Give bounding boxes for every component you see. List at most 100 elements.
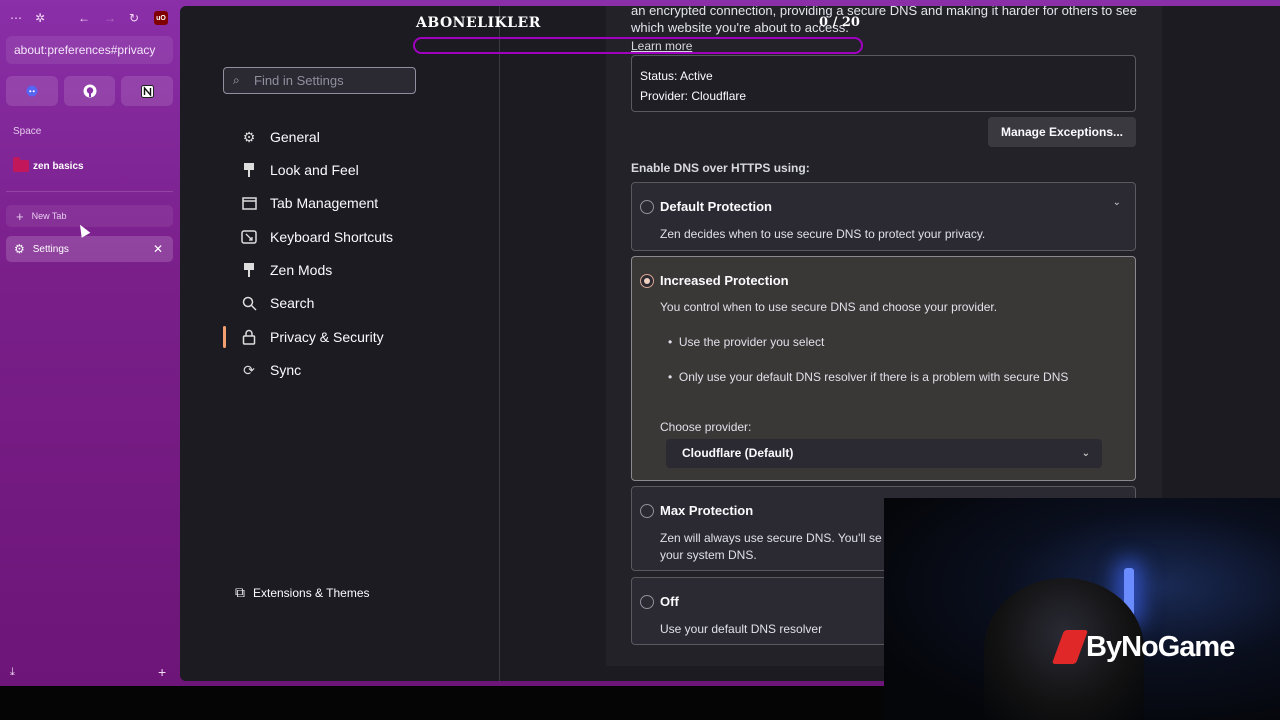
nav-label: Privacy & Security	[270, 329, 384, 345]
essentials-row	[6, 76, 174, 106]
extensions-themes-link[interactable]: ⧉ Extensions & Themes	[235, 584, 370, 601]
plus-icon: +	[16, 208, 24, 224]
close-tab-icon[interactable]: ✕	[153, 242, 163, 256]
nav-label: Look and Feel	[270, 162, 359, 178]
nav-label: Sync	[270, 362, 302, 378]
nav-sync[interactable]: ⟳ Sync	[240, 361, 301, 379]
bullet-item: • Only use your default DNS resolver if …	[668, 370, 1069, 384]
search-icon	[240, 294, 258, 312]
settings-search-input[interactable]: ⌕ Find in Settings	[223, 67, 416, 94]
nav-privacy-security[interactable]: Privacy & Security	[240, 328, 384, 346]
tab-label: Settings	[32, 243, 69, 255]
dns-intro-text: an encrypted connection, providing a sec…	[631, 6, 1137, 35]
folder-icon	[13, 157, 29, 172]
nav-label: Tab Management	[270, 195, 379, 211]
sync-icon: ⟳	[243, 361, 255, 378]
add-space-icon[interactable]: +	[158, 664, 166, 680]
url-bar[interactable]: about:preferences#privacy	[6, 36, 173, 64]
dns-provider: Provider: Cloudflare	[640, 89, 747, 103]
radio-increased[interactable]	[640, 274, 654, 288]
nav-look-and-feel[interactable]: Look and Feel	[240, 161, 359, 179]
brand-text: ByNoGame	[1086, 630, 1235, 663]
dns-status-box: Status: Active Provider: Cloudflare	[631, 55, 1136, 112]
option-title: Max Protection	[660, 503, 754, 518]
subscriber-counter: 0 / 20	[819, 15, 860, 30]
nav-tab-management[interactable]: Tab Management	[240, 194, 378, 212]
sidebar-toolbar: ⋯ ✲ ← → ↻ uO	[8, 10, 173, 26]
lock-icon	[240, 328, 258, 346]
chevron-down-icon: ⌄	[1081, 448, 1090, 459]
bynogame-mark-icon	[1051, 630, 1089, 664]
provider-select[interactable]: Cloudflare (Default) ⌄	[666, 439, 1102, 468]
nav-label: Keyboard Shortcuts	[270, 229, 393, 245]
ublock-badge: uO	[154, 11, 168, 25]
option-title: Off	[660, 594, 679, 609]
nav-zen-mods[interactable]: Zen Mods	[240, 261, 332, 279]
ublock-icon[interactable]: uO	[153, 10, 169, 26]
nav-active-indicator	[223, 326, 226, 348]
extensions-label: Extensions & Themes	[253, 585, 370, 600]
notion-icon	[140, 84, 154, 98]
new-tab-button[interactable]: + New Tab	[6, 205, 173, 227]
radio-off[interactable]	[640, 595, 654, 609]
subscribers-label: ABONELIKLER	[416, 15, 541, 31]
nav-label: General	[270, 129, 320, 145]
option-desc: You control when to use secure DNS and c…	[660, 300, 998, 314]
nav-search[interactable]: Search	[240, 294, 314, 312]
search-placeholder: Find in Settings	[254, 73, 344, 88]
bullet-item: • Use the provider you select	[668, 335, 825, 349]
option-desc: Use your default DNS resolver	[660, 622, 823, 636]
more-menu-icon[interactable]: ⋯	[8, 10, 24, 26]
bullet-text: Use the provider you select	[678, 335, 825, 349]
choose-provider-label: Choose provider:	[660, 420, 752, 434]
sidebar: ⋯ ✲ ← → ↻ uO about:preferences#privacy S…	[0, 0, 180, 686]
webcam-feed	[884, 498, 1280, 720]
provider-select-value: Cloudflare (Default)	[682, 446, 794, 460]
extensions-icon[interactable]: ✲	[32, 10, 48, 26]
essential-notion[interactable]	[121, 76, 174, 106]
dns-status: Status: Active	[640, 69, 713, 83]
option-desc: Zen will always use secure DNS. You'll s…	[660, 531, 882, 545]
option-title: Default Protection	[660, 199, 772, 214]
downloads-icon[interactable]: ⤓	[10, 666, 15, 679]
option-title: Increased Protection	[660, 273, 789, 288]
radio-default[interactable]	[640, 200, 654, 214]
gear-icon: ⚙	[242, 128, 256, 145]
bullet-text: Only use your default DNS resolver if th…	[678, 370, 1069, 384]
nav-general[interactable]: ⚙ General	[240, 128, 320, 146]
option-desc: your system DNS.	[660, 548, 757, 562]
sidebar-divider	[6, 191, 173, 192]
essential-github[interactable]	[63, 76, 116, 106]
brush-icon	[240, 261, 258, 279]
gear-icon: ⚙	[14, 242, 25, 256]
bynogame-logo: ByNoGame	[1051, 630, 1235, 664]
forward-arrow-icon[interactable]: →	[102, 10, 118, 26]
tab-icon	[240, 194, 258, 212]
search-icon: ⌕	[233, 73, 240, 87]
essential-discord[interactable]	[6, 76, 58, 106]
doh-heading: Enable DNS over HTTPS using:	[631, 161, 810, 175]
reload-icon[interactable]: ↻	[126, 10, 142, 26]
folder-label: zen basics	[33, 160, 84, 172]
github-icon	[83, 84, 96, 98]
chevron-down-icon[interactable]: ⌄	[1113, 197, 1121, 208]
subscriber-progress-bar	[413, 37, 863, 54]
brush-icon	[240, 161, 258, 179]
radio-max[interactable]	[640, 504, 654, 518]
nav-label: Zen Mods	[270, 262, 333, 278]
discord-icon	[26, 85, 38, 97]
back-arrow-icon[interactable]: ←	[76, 10, 92, 26]
new-tab-label: New Tab	[31, 211, 67, 221]
option-increased-protection[interactable]: Increased Protection You control when to…	[631, 256, 1136, 481]
settings-nav: ⌕ Find in Settings ⚙ General Look and Fe…	[180, 6, 500, 681]
tab-settings[interactable]: ⚙ Settings ✕	[6, 236, 173, 262]
option-desc: Zen decides when to use secure DNS to pr…	[660, 227, 986, 241]
nav-label: Search	[270, 295, 315, 311]
nav-keyboard-shortcuts[interactable]: Keyboard Shortcuts	[240, 228, 393, 246]
keyboard-icon	[240, 228, 258, 246]
manage-exceptions-button[interactable]: Manage Exceptions...	[988, 117, 1136, 147]
space-label: Space	[13, 126, 42, 137]
option-default-protection[interactable]: Default Protection ⌄ Zen decides when to…	[631, 182, 1136, 251]
puzzle-icon: ⧉	[235, 584, 245, 600]
folder-zen-basics[interactable]: zen basics	[13, 157, 84, 172]
